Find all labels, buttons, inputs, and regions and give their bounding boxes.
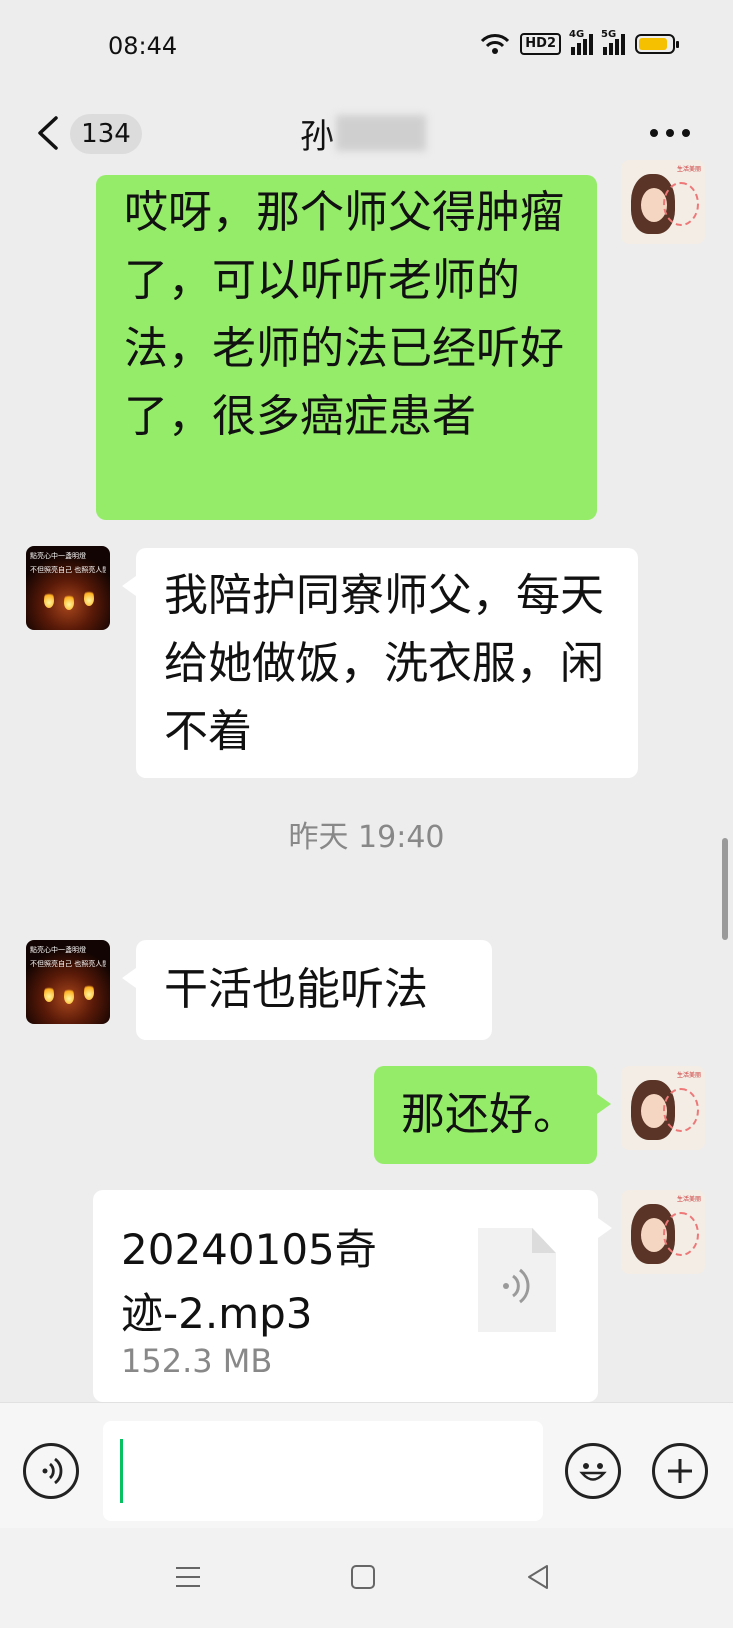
hd-badge: HD2 (520, 33, 561, 55)
home-nav-icon[interactable] (350, 1564, 376, 1590)
emoji-button[interactable] (565, 1443, 621, 1499)
system-nav-bar (0, 1528, 733, 1628)
menu-nav-icon[interactable] (175, 1564, 201, 1590)
contact-avatar[interactable]: 點亮心中一盞明燈 不但照亮自己 也照亮人間 (26, 546, 110, 630)
voice-button[interactable] (23, 1443, 79, 1499)
voice-icon (42, 1457, 63, 1485)
message-text: 哎呀，那个师父得肿瘤了，可以听听老师的法，老师的法已经听好了，很多癌症患者 (124, 187, 564, 442)
emoji-icon (579, 1463, 607, 1481)
input-bar (0, 1402, 733, 1529)
plus-icon (668, 1459, 692, 1483)
timestamp-divider: 昨天 19:40 (288, 820, 445, 855)
back-nav-icon[interactable] (525, 1564, 551, 1590)
my-avatar[interactable]: 生活美丽 (621, 160, 705, 244)
my-avatar-caption: 生活美丽 (676, 166, 701, 173)
my-avatar-caption: 生活美丽 (676, 1072, 701, 1079)
scrollbar-thumb[interactable] (722, 838, 728, 940)
back-icon (38, 116, 58, 150)
my-avatar[interactable]: 生活美丽 (621, 1066, 705, 1150)
message-bubble-outgoing[interactable]: 那还好。 (374, 1066, 611, 1164)
file-name: 20240105奇迹-2.mp3 (121, 1225, 377, 1338)
contact-avatar-caption-1: 點亮心中一盞明燈 (30, 552, 86, 560)
status-bar: 08:44 HD2 4G 5G (0, 0, 733, 90)
signal-4g-icon: 4G (569, 29, 593, 55)
audio-file-icon (478, 1228, 556, 1332)
message-bubble-incoming[interactable]: 我陪护同寮师父，每天给她做饭，洗衣服，闲不着 (122, 548, 638, 778)
contact-avatar[interactable]: 點亮心中一盞明燈 不但照亮自己 也照亮人間 (26, 940, 110, 1024)
status-icons: HD2 4G 5G (480, 29, 679, 58)
message-text: 干活也能听法 (164, 964, 428, 1015)
my-avatar[interactable]: 生活美丽 (621, 1190, 705, 1274)
signal-4g-label: 4G (569, 29, 585, 40)
signal-5g-icon: 5G (601, 29, 625, 55)
wifi-icon (481, 34, 510, 54)
more-icon (650, 129, 658, 137)
contact-name: 孙 (300, 116, 334, 157)
contact-avatar-caption-2: 不但照亮自己 也照亮人間 (30, 960, 106, 968)
contact-avatar-caption-2: 不但照亮自己 也照亮人間 (30, 566, 106, 574)
more-button[interactable] (650, 126, 690, 140)
message-bubble-outgoing[interactable]: 哎呀，那个师父得肿瘤了，可以听听老师的法，老师的法已经听好了，很多癌症患者 (96, 175, 597, 520)
redacted-name-blur (336, 115, 426, 151)
file-size: 152.3 MB (121, 1342, 273, 1380)
message-text: 我陪护同寮师父，每天给她做饭，洗衣服，闲不着 (164, 570, 604, 757)
status-time: 08:44 (108, 32, 178, 60)
unread-count-badge[interactable]: 134 (70, 114, 142, 154)
my-avatar-caption: 生活美丽 (676, 1196, 701, 1203)
signal-5g-label: 5G (601, 29, 617, 40)
contact-avatar-caption-1: 點亮心中一盞明燈 (30, 946, 86, 954)
battery-level (639, 38, 667, 50)
message-bubble-incoming[interactable]: 干活也能听法 (122, 940, 492, 1040)
plus-button[interactable] (652, 1443, 708, 1499)
message-input[interactable] (103, 1421, 543, 1521)
message-text: 那还好。 (401, 1089, 577, 1140)
battery-icon (635, 34, 679, 54)
file-message-card[interactable]: 20240105奇迹-2.mp3 152.3 MB (93, 1190, 612, 1402)
chat-title: 孙 (300, 108, 426, 158)
text-cursor (120, 1439, 123, 1503)
back-button[interactable] (30, 108, 70, 158)
